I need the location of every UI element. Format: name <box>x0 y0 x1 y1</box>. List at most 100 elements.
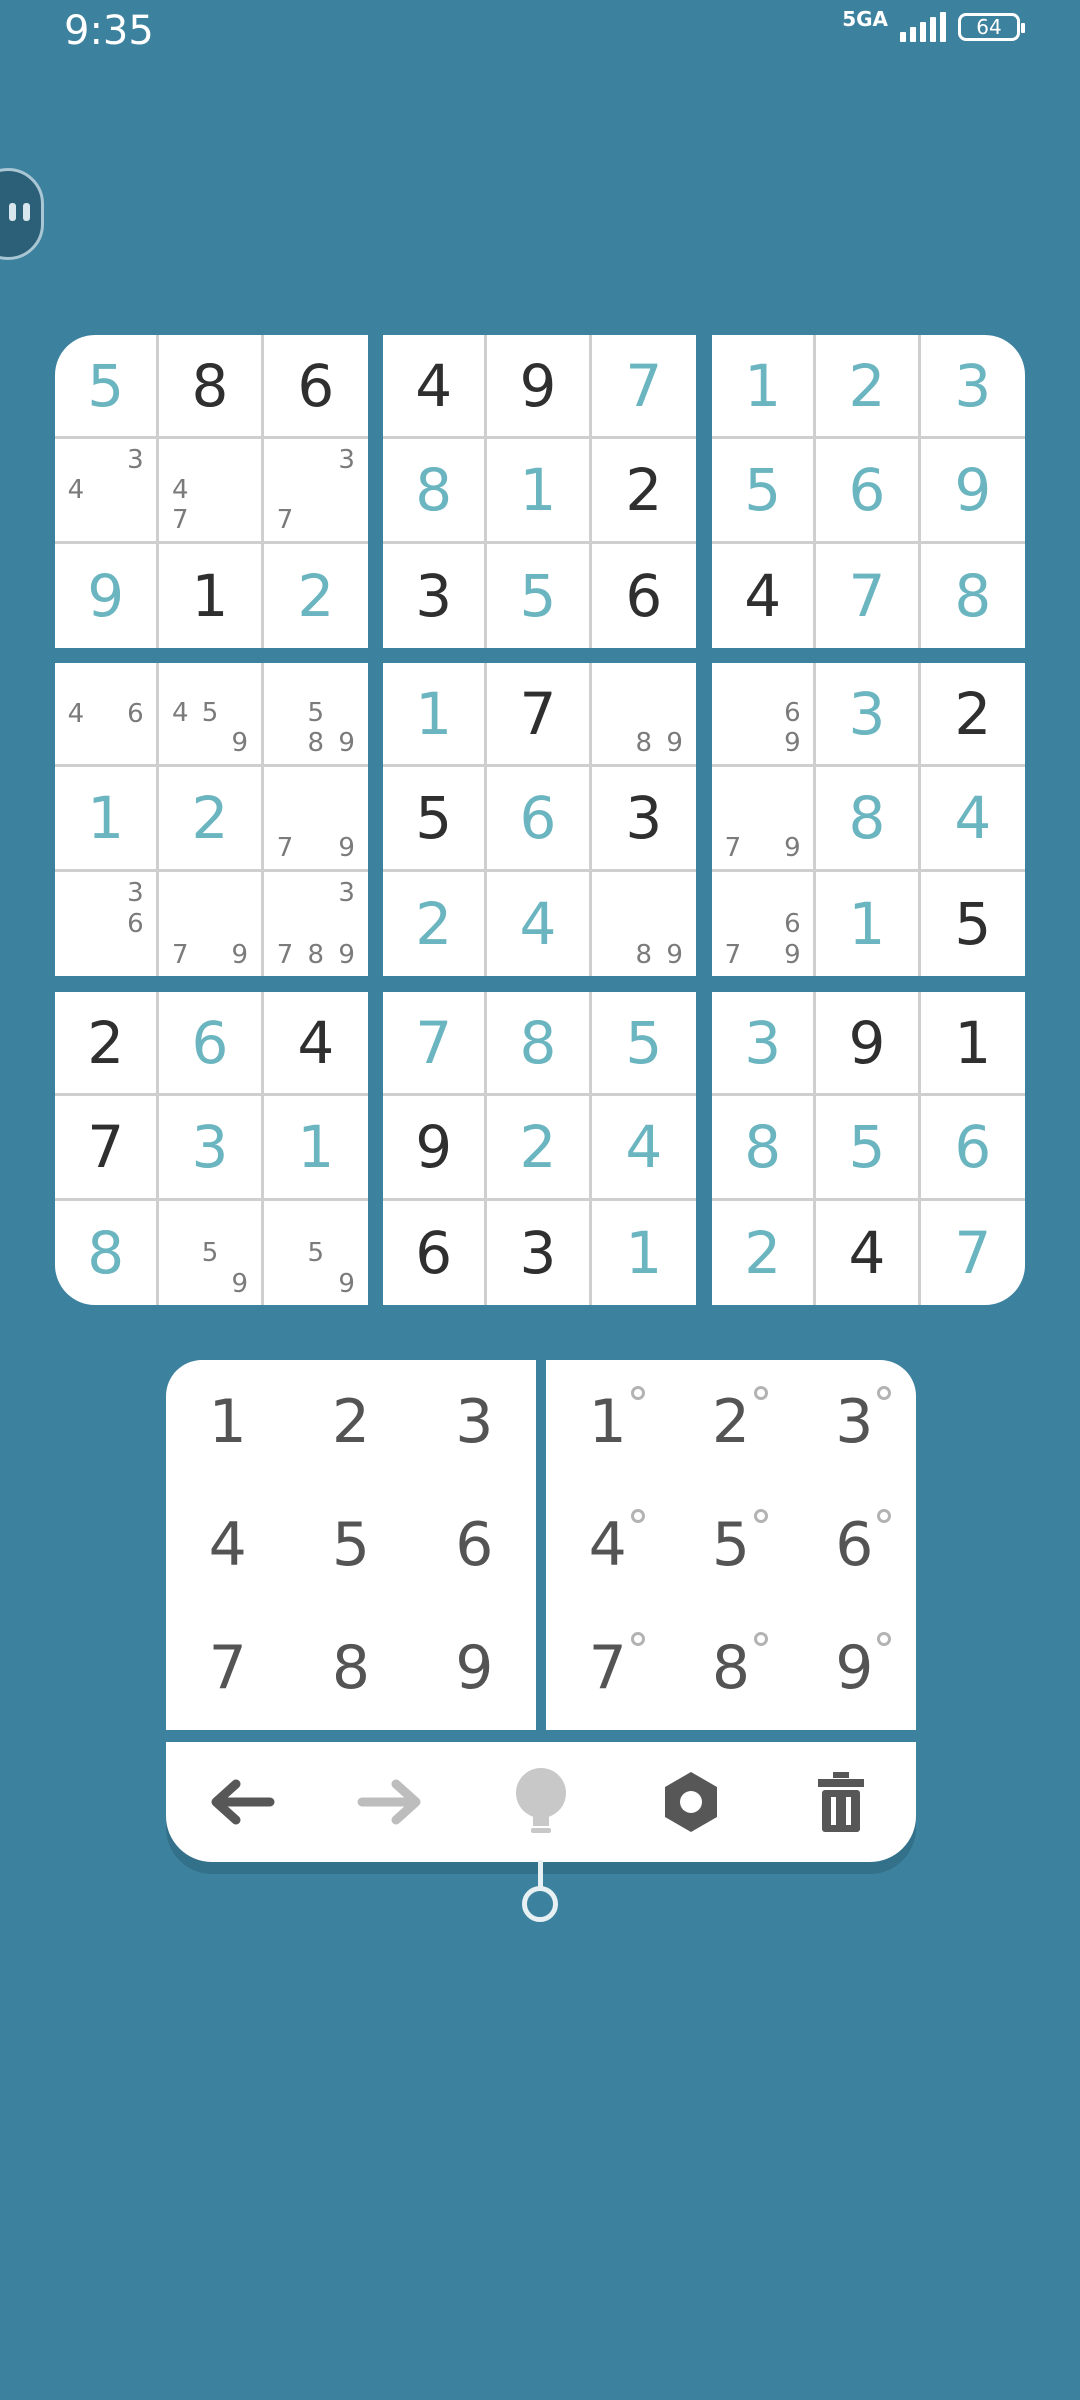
sudoku-cell[interactable]: 459 <box>159 663 264 768</box>
sudoku-cell[interactable]: 6 7 9 <box>712 871 817 976</box>
note-digit-key[interactable]: 3 <box>793 1360 916 1483</box>
sudoku-cell[interactable]: 9 <box>920 439 1025 544</box>
sudoku-cell[interactable]: 3 <box>920 335 1025 440</box>
settings-button[interactable] <box>646 1757 736 1847</box>
sudoku-cell[interactable]: 5 <box>383 767 488 872</box>
sudoku-cell[interactable]: 5 <box>712 439 817 544</box>
sudoku-cell[interactable]: 1 <box>920 992 1025 1097</box>
sudoku-cell[interactable]: 4 <box>712 543 817 648</box>
sudoku-cell[interactable]: 2 <box>920 663 1025 768</box>
sudoku-cell[interactable]: 1 <box>487 439 592 544</box>
sudoku-cell[interactable]: 1 <box>55 767 160 872</box>
sudoku-cell[interactable]: 8 <box>816 767 921 872</box>
sudoku-cell[interactable]: 7 <box>921 1201 1025 1305</box>
sudoku-cell[interactable]: 1 <box>816 871 921 976</box>
sudoku-cell[interactable]: 47 <box>159 439 264 544</box>
digit-key[interactable]: 8 <box>289 1607 412 1730</box>
sudoku-cell[interactable]: 589 <box>263 663 368 768</box>
sudoku-cell[interactable]: 79 <box>159 871 264 976</box>
sudoku-cell[interactable]: 2 <box>55 992 160 1097</box>
sudoku-cell[interactable]: 4 <box>487 871 592 976</box>
sudoku-cell[interactable]: 9 <box>383 1096 488 1201</box>
undo-button[interactable] <box>196 1757 286 1847</box>
sudoku-cell[interactable]: 5 <box>816 1096 921 1201</box>
digit-key[interactable]: 4 <box>166 1483 289 1606</box>
digit-key[interactable]: 6 <box>413 1483 536 1606</box>
redo-button[interactable] <box>346 1757 436 1847</box>
sudoku-cell[interactable]: 79 <box>712 767 817 872</box>
sudoku-cell[interactable]: 5 <box>55 335 160 440</box>
sudoku-cell[interactable]: 2 <box>159 767 264 872</box>
sudoku-cell[interactable]: 1 <box>592 1201 696 1305</box>
sudoku-cell[interactable]: 69 <box>712 663 817 768</box>
sudoku-cell[interactable]: 6 <box>159 992 264 1097</box>
sudoku-cell[interactable]: 6 <box>487 767 592 872</box>
sudoku-cell[interactable]: 6 <box>920 1096 1025 1201</box>
sudoku-cell[interactable]: 3 <box>712 992 817 1097</box>
sudoku-cell[interactable]: 2 <box>487 1096 592 1201</box>
sudoku-cell[interactable]: 37 <box>263 439 368 544</box>
sudoku-cell[interactable]: 9 <box>487 335 592 440</box>
sudoku-cell[interactable]: 6 <box>592 544 696 648</box>
sudoku-cell[interactable]: 7 <box>591 335 696 440</box>
sudoku-cell[interactable]: 9 <box>816 992 921 1097</box>
sudoku-cell[interactable]: 7 <box>55 1096 160 1201</box>
sudoku-cell[interactable]: 8 <box>55 1200 160 1305</box>
digit-key[interactable]: 9 <box>413 1607 536 1730</box>
delete-button[interactable] <box>796 1757 886 1847</box>
sudoku-cell[interactable]: 3 789 <box>264 872 368 976</box>
sudoku-cell[interactable]: 5 <box>487 543 592 648</box>
sudoku-cell[interactable]: 36 <box>55 871 160 976</box>
sudoku-cell[interactable]: 6 <box>816 439 921 544</box>
sudoku-cell[interactable]: 2 <box>712 1200 817 1305</box>
sudoku-cell[interactable]: 59 <box>159 1200 264 1305</box>
sudoku-cell[interactable]: 3 <box>383 543 488 648</box>
sudoku-cell[interactable]: 2 <box>264 544 368 648</box>
note-digit-key[interactable]: 8 <box>669 1607 792 1730</box>
sudoku-cell[interactable]: 3 <box>816 663 921 768</box>
sudoku-cell[interactable]: 6 <box>263 335 368 440</box>
sudoku-cell[interactable]: 4 <box>920 767 1025 872</box>
note-digit-key[interactable]: 1 <box>546 1360 669 1483</box>
sudoku-cell[interactable]: 2 <box>591 439 696 544</box>
note-digit-key[interactable]: 2 <box>669 1360 792 1483</box>
sudoku-cell[interactable]: 59 <box>264 1201 368 1305</box>
digit-key[interactable]: 3 <box>413 1360 536 1483</box>
sudoku-cell[interactable]: 8 <box>159 335 264 440</box>
sudoku-cell[interactable]: 4 <box>816 1200 921 1305</box>
sudoku-cell[interactable]: 7 <box>487 663 592 768</box>
sudoku-cell[interactable]: 79 <box>263 767 368 872</box>
sudoku-cell[interactable]: 7 <box>383 992 488 1097</box>
sudoku-cell[interactable]: 7 <box>816 543 921 648</box>
sudoku-cell[interactable]: 2 <box>383 871 488 976</box>
sudoku-cell[interactable]: 89 <box>592 872 696 976</box>
sudoku-cell[interactable]: 4 <box>383 335 488 440</box>
digit-key[interactable]: 1 <box>166 1360 289 1483</box>
sudoku-cell[interactable]: 2 <box>816 335 921 440</box>
sudoku-cell[interactable]: 3 <box>159 1096 264 1201</box>
hint-button[interactable] <box>496 1757 586 1847</box>
sudoku-cell[interactable]: 1 <box>383 663 488 768</box>
sudoku-cell[interactable]: 1 <box>263 1096 368 1201</box>
sudoku-cell[interactable]: 3 <box>487 1200 592 1305</box>
sudoku-cell[interactable]: 8 <box>921 544 1025 648</box>
sudoku-cell[interactable]: 8 <box>487 992 592 1097</box>
note-digit-key[interactable]: 5 <box>669 1483 792 1606</box>
sudoku-cell[interactable]: 5 <box>921 872 1025 976</box>
sudoku-cell[interactable]: 5 <box>591 992 696 1097</box>
digit-key[interactable]: 7 <box>166 1607 289 1730</box>
sudoku-cell[interactable]: 46 <box>55 663 160 768</box>
digit-key[interactable]: 5 <box>289 1483 412 1606</box>
note-digit-key[interactable]: 4 <box>546 1483 669 1606</box>
digit-key[interactable]: 2 <box>289 1360 412 1483</box>
sudoku-cell[interactable]: 9 <box>55 543 160 648</box>
note-digit-key[interactable]: 9 <box>793 1607 916 1730</box>
sudoku-cell[interactable]: 8 <box>383 439 488 544</box>
sudoku-cell[interactable]: 8 <box>712 1096 817 1201</box>
sudoku-cell[interactable]: 4 <box>591 1096 696 1201</box>
sudoku-cell[interactable]: 6 <box>383 1200 488 1305</box>
floating-assistant-bubble[interactable] <box>0 168 44 260</box>
sudoku-cell[interactable]: 1 <box>712 335 817 440</box>
sudoku-cell[interactable]: 89 <box>591 663 696 768</box>
note-digit-key[interactable]: 7 <box>546 1607 669 1730</box>
